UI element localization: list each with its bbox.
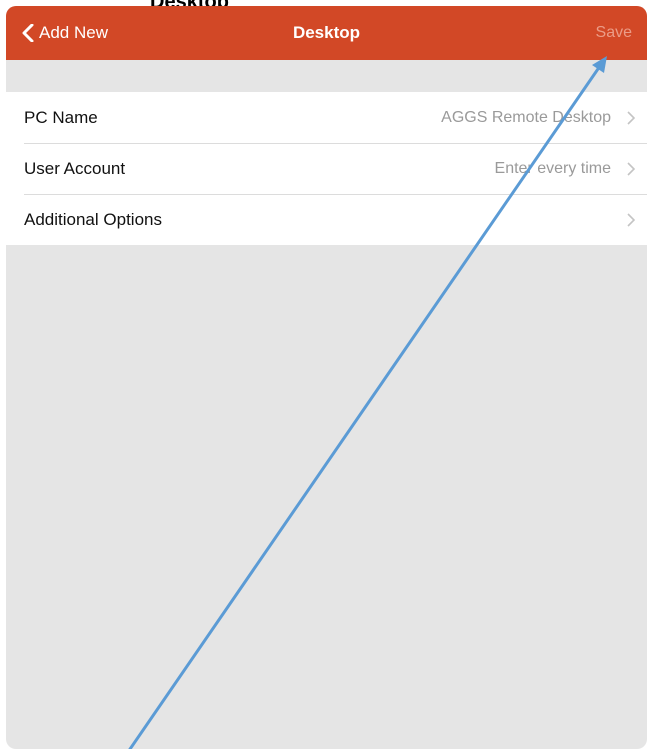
nav-title: Desktop — [292, 23, 361, 42]
screenshot-stage: Desktop Add New Desktop Save PC Name AGG… — [0, 0, 647, 749]
save-button[interactable]: Save — [596, 6, 632, 60]
settings-row-value: Enter every time — [494, 159, 611, 177]
navigation-bar: Add New Desktop Save — [6, 6, 647, 60]
settings-row-value: AGGS Remote Desktop — [441, 108, 611, 126]
chevron-right-icon — [627, 212, 635, 227]
ipad-screen: Add New Desktop Save PC Name AGGS Remote… — [6, 6, 647, 749]
settings-row-pc-name[interactable]: PC Name AGGS Remote Desktop — [6, 92, 647, 143]
settings-row-label: Additional Options — [24, 209, 162, 229]
chevron-right-icon — [627, 110, 635, 125]
settings-row-user-account[interactable]: User Account Enter every time — [6, 143, 647, 194]
chevron-right-icon — [627, 161, 635, 176]
settings-row-label: User Account — [24, 158, 126, 178]
settings-row-label: PC Name — [24, 107, 98, 127]
settings-list: PC Name AGGS Remote Desktop User Account… — [6, 92, 647, 245]
settings-row-additional-options[interactable]: Additional Options — [6, 194, 647, 245]
